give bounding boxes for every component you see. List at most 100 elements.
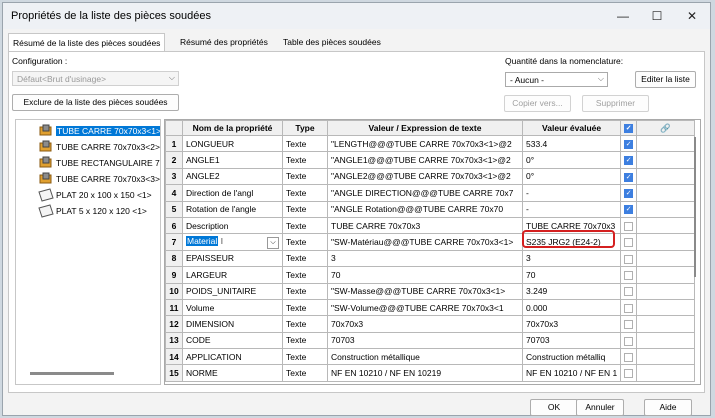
tab-cutlist-table[interactable]: Table des pièces soudées bbox=[279, 33, 385, 51]
expression-cell[interactable]: "SW-Volume@@@TUBE CARRE 70x70x3<1 bbox=[327, 298, 523, 317]
col-header-type[interactable]: Type bbox=[282, 120, 328, 136]
type-cell[interactable]: Texte bbox=[282, 331, 328, 350]
table-row[interactable]: 3 ANGLE2 Texte "ANGLE2@@@TUBE CARRE 70x70x3… bbox=[165, 167, 696, 186]
checkbox[interactable] bbox=[624, 238, 634, 248]
link-checkbox-cell[interactable] bbox=[620, 298, 638, 317]
link-checkbox-cell[interactable] bbox=[620, 249, 638, 268]
link-checkbox-cell[interactable] bbox=[620, 216, 638, 235]
tree-item[interactable]: PLAT 5 x 120 x 120 <1> bbox=[38, 202, 147, 218]
configuration-select[interactable]: Défaut<Brut d'usinage> ⌵ bbox=[12, 71, 179, 86]
checkbox[interactable] bbox=[624, 270, 634, 280]
delete-button[interactable]: Supprimer bbox=[582, 95, 649, 112]
link-checkbox-cell[interactable]: ✓ bbox=[620, 184, 638, 202]
expression-cell[interactable]: 3 bbox=[327, 249, 523, 268]
link-icon[interactable]: 🔗 bbox=[636, 120, 696, 136]
checkbox[interactable]: ✓ bbox=[624, 188, 634, 198]
copy-to-button[interactable]: Copier vers... bbox=[504, 95, 571, 112]
checkbox[interactable] bbox=[624, 352, 634, 362]
col-header-expression[interactable]: Valeur / Expression de texte bbox=[327, 120, 523, 136]
type-cell[interactable]: Texte bbox=[282, 266, 328, 284]
checkbox[interactable]: ✓ bbox=[624, 139, 634, 149]
expression-cell[interactable]: "ANGLE Rotation@@@TUBE CARRE 70x70 bbox=[327, 200, 523, 218]
property-name-cell[interactable]: LARGEUR bbox=[182, 266, 283, 284]
expression-cell[interactable]: 70x70x3 bbox=[327, 315, 523, 333]
ok-button[interactable]: OK bbox=[530, 399, 578, 416]
table-row[interactable]: 13 CODE Texte 70703 70703 bbox=[165, 331, 696, 350]
link-checkbox-cell[interactable]: ✓ bbox=[620, 134, 638, 153]
link-checkbox-cell[interactable] bbox=[620, 266, 638, 284]
type-cell[interactable]: Texte bbox=[282, 282, 328, 300]
checkbox[interactable] bbox=[624, 303, 634, 313]
type-cell[interactable]: Texte bbox=[282, 200, 328, 218]
close-button[interactable]: ✕ bbox=[675, 6, 709, 26]
table-row[interactable]: 12 DIMENSION Texte 70x70x3 70x70x3 bbox=[165, 315, 696, 333]
property-name-cell[interactable]: Direction de l'angl bbox=[182, 184, 283, 202]
checkbox[interactable] bbox=[624, 369, 634, 379]
edit-list-button[interactable]: Editer la liste bbox=[635, 71, 696, 88]
property-name-cell[interactable]: Material Ⅰ ⌵ bbox=[182, 233, 283, 251]
link-checkbox-cell[interactable] bbox=[620, 315, 638, 333]
expression-cell[interactable]: "LENGTH@@@TUBE CARRE 70x70x3<1>@2 bbox=[327, 134, 523, 153]
link-checkbox-cell[interactable] bbox=[620, 364, 638, 382]
property-name-cell[interactable]: APPLICATION bbox=[182, 348, 283, 366]
checkbox[interactable] bbox=[624, 287, 634, 297]
table-row[interactable]: 4 Direction de l'angl Texte "ANGLE DIRECTIO… bbox=[165, 184, 696, 202]
quantity-select[interactable]: - Aucun - ⌵ bbox=[505, 72, 608, 87]
chevron-down-icon[interactable]: ⌵ bbox=[267, 236, 279, 249]
table-row[interactable]: 15 NORME Texte NF EN 10210 / NF EN 10219 NF … bbox=[165, 364, 696, 382]
property-name-cell[interactable]: Rotation de l'angle bbox=[182, 200, 283, 218]
table-row[interactable]: 6 Description Texte TUBE CARRE 70x70x3 TUBE … bbox=[165, 216, 696, 235]
help-button[interactable]: Aide bbox=[644, 399, 692, 416]
type-cell[interactable]: Texte bbox=[282, 298, 328, 317]
col-header-evaluated-value[interactable]: Valeur évaluée bbox=[521, 120, 622, 136]
col-header-property-name[interactable]: Nom de la propriété bbox=[182, 120, 283, 136]
table-row[interactable]: 11 Volume Texte "SW-Volume@@@TUBE CARRE 70x… bbox=[165, 298, 696, 317]
expression-cell[interactable]: "SW-Masse@@@TUBE CARRE 70x70x3<1> bbox=[327, 282, 523, 300]
property-name-cell[interactable]: ANGLE2 bbox=[182, 167, 283, 186]
expression-cell[interactable]: "SW-Matériau@@@TUBE CARRE 70x70x3<1> bbox=[327, 233, 523, 251]
property-name-cell[interactable]: POIDS_UNITAIRE bbox=[182, 282, 283, 300]
tab-cutlist-summary[interactable]: Résumé de la liste des pièces soudées bbox=[8, 33, 166, 52]
expression-cell[interactable]: Construction métallique bbox=[327, 348, 523, 366]
checkbox[interactable]: ✓ bbox=[624, 172, 634, 182]
checkbox-icon[interactable]: ✓ bbox=[624, 124, 634, 134]
property-name-cell[interactable]: LONGUEUR bbox=[182, 134, 283, 153]
tree-item[interactable]: TUBE CARRE 70x70x3<1> bbox=[38, 122, 160, 138]
checkbox[interactable]: ✓ bbox=[624, 156, 634, 166]
property-name-cell[interactable]: Description bbox=[182, 216, 283, 235]
tree-item[interactable]: TUBE RECTANGULAIRE 70 bbox=[38, 154, 160, 170]
link-checkbox-cell[interactable] bbox=[620, 331, 638, 350]
tab-properties-summary[interactable]: Résumé des propriétés bbox=[176, 33, 272, 51]
col-header-checkbox[interactable]: ✓ bbox=[620, 120, 638, 136]
checkbox[interactable] bbox=[624, 336, 634, 346]
expression-cell[interactable]: "ANGLE2@@@TUBE CARRE 70x70x3<1>@2 bbox=[327, 167, 523, 186]
link-checkbox-cell[interactable] bbox=[620, 282, 638, 300]
property-name-cell[interactable]: ANGLE1 bbox=[182, 151, 283, 169]
table-row[interactable]: 1 LONGUEUR Texte "LENGTH@@@TUBE CARRE 70x70… bbox=[165, 134, 696, 153]
type-cell[interactable]: Texte bbox=[282, 364, 328, 382]
exclude-from-cutlist-button[interactable]: Exclure de la liste des pièces soudées bbox=[12, 94, 179, 111]
maximize-button[interactable]: ☐ bbox=[640, 6, 674, 26]
type-cell[interactable]: Texte bbox=[282, 216, 328, 235]
expression-cell[interactable]: "ANGLE1@@@TUBE CARRE 70x70x3<1>@2 bbox=[327, 151, 523, 169]
type-cell[interactable]: Texte bbox=[282, 315, 328, 333]
link-checkbox-cell[interactable]: ✓ bbox=[620, 167, 638, 186]
type-cell[interactable]: Texte bbox=[282, 151, 328, 169]
property-name-cell[interactable]: EPAISSEUR bbox=[182, 249, 283, 268]
property-name-cell[interactable]: CODE bbox=[182, 331, 283, 350]
table-row[interactable]: 5 Rotation de l'angle Texte "ANGLE Rotation… bbox=[165, 200, 696, 218]
checkbox[interactable] bbox=[624, 221, 634, 231]
tree-item[interactable]: PLAT 20 x 100 x 150 <1> bbox=[38, 186, 152, 202]
scroll-thumb[interactable] bbox=[694, 137, 696, 277]
property-name-cell[interactable]: DIMENSION bbox=[182, 315, 283, 333]
expression-cell[interactable]: 70 bbox=[327, 266, 523, 284]
table-row[interactable]: 14 APPLICATION Texte Construction métalliqu… bbox=[165, 348, 696, 366]
link-checkbox-cell[interactable]: ✓ bbox=[620, 151, 638, 169]
tree-item[interactable]: TUBE CARRE 70x70x3<2> bbox=[38, 138, 160, 154]
link-checkbox-cell[interactable]: ✓ bbox=[620, 200, 638, 218]
link-checkbox-cell[interactable] bbox=[620, 348, 638, 366]
property-name-cell[interactable]: Volume bbox=[182, 298, 283, 317]
vertical-scrollbar[interactable] bbox=[692, 123, 698, 378]
horizontal-scrollbar[interactable] bbox=[30, 372, 114, 375]
expression-cell[interactable]: NF EN 10210 / NF EN 10219 bbox=[327, 364, 523, 382]
